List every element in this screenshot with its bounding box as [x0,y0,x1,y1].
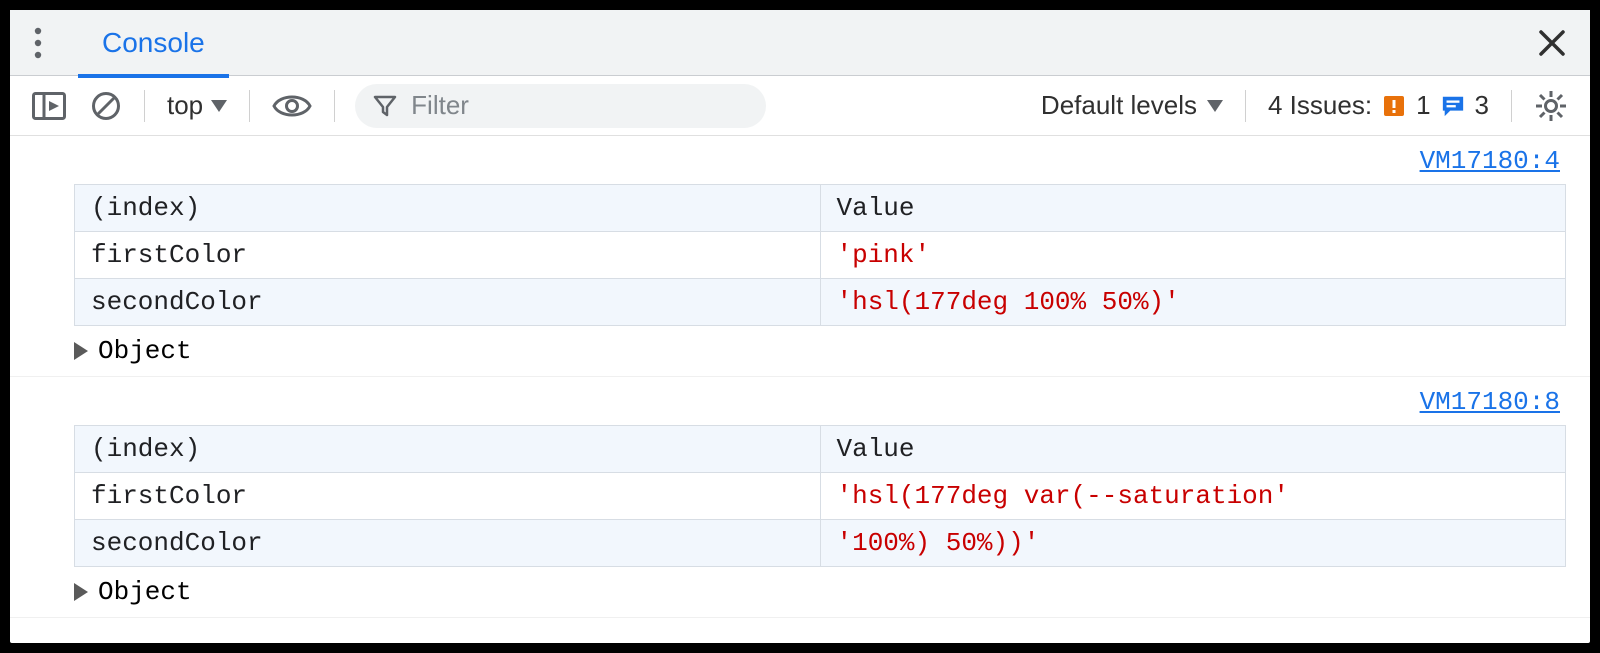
toolbar-separator [1245,90,1246,122]
console-output: VM17180:4 (index) Value firstColor 'pink… [10,136,1590,643]
toolbar-separator [334,90,335,122]
toolbar-separator [144,90,145,122]
triangle-right-icon [74,583,88,601]
table-cell-value: 'hsl(177deg 100% 50%)' [820,279,1566,326]
object-label: Object [98,336,192,366]
close-devtools-button[interactable] [1528,19,1576,67]
context-selector[interactable]: top [157,86,237,126]
table-row: firstColor 'hsl(177deg var(--saturation' [75,473,1566,520]
toolbar-separator [1511,90,1512,122]
tabs-bar: Console [10,10,1590,76]
kebab-icon [34,27,42,59]
log-levels-selector[interactable]: Default levels [1031,86,1233,126]
issues-info-count: 3 [1475,90,1489,121]
tab-console[interactable]: Console [78,12,229,78]
console-log-entry: VM17180:8 (index) Value firstColor 'hsl(… [10,377,1590,618]
table-cell-key: firstColor [75,473,821,520]
sidebar-icon [32,92,66,120]
chevron-down-icon [1207,100,1223,112]
filter-input[interactable] [409,89,748,122]
live-expression-button[interactable] [262,86,322,126]
context-label: top [167,90,203,121]
table-row: secondColor 'hsl(177deg 100% 50%)' [75,279,1566,326]
table-header-index[interactable]: (index) [75,426,821,473]
table-cell-value: '100%) 50%))' [820,520,1566,567]
kebab-menu-button[interactable] [18,23,58,63]
clear-console-button[interactable] [80,86,132,126]
source-link[interactable]: VM17180:8 [1420,387,1560,417]
devtools-window: Console top [10,10,1590,643]
warning-icon [1382,94,1406,118]
console-table: (index) Value firstColor 'hsl(177deg var… [74,425,1566,567]
table-cell-key: secondColor [75,279,821,326]
issues-warn-count: 1 [1416,90,1430,121]
table-cell-value: 'hsl(177deg var(--saturation' [820,473,1566,520]
info-message-icon [1441,94,1465,118]
tab-console-label: Console [102,27,205,59]
gear-icon [1534,89,1568,123]
console-table: (index) Value firstColor 'pink' secondCo… [74,184,1566,326]
object-expand-toggle[interactable]: Object [74,326,1566,366]
chevron-down-icon [211,100,227,112]
table-cell-key: firstColor [75,232,821,279]
table-row: firstColor 'pink' [75,232,1566,279]
source-link[interactable]: VM17180:4 [1420,146,1560,176]
table-cell-key: secondColor [75,520,821,567]
toolbar-separator [249,90,250,122]
show-sidebar-button[interactable] [22,86,76,126]
console-log-entry: VM17180:4 (index) Value firstColor 'pink… [10,136,1590,377]
console-toolbar: top Default levels 4 Issues: [10,76,1590,136]
filter-box[interactable] [355,84,766,128]
source-link-row: VM17180:8 [74,385,1566,425]
log-levels-label: Default levels [1041,90,1197,121]
object-label: Object [98,577,192,607]
eye-icon [272,92,312,120]
console-settings-button[interactable] [1524,86,1578,126]
triangle-right-icon [74,342,88,360]
source-link-row: VM17180:4 [74,144,1566,184]
table-cell-value: 'pink' [820,232,1566,279]
issues-button[interactable]: 4 Issues: 1 3 [1258,90,1499,121]
table-header-value[interactable]: Value [820,185,1566,232]
close-icon [1537,28,1567,58]
table-row: secondColor '100%) 50%))' [75,520,1566,567]
table-header-index[interactable]: (index) [75,185,821,232]
issues-label: 4 Issues: [1268,90,1372,121]
clear-icon [90,90,122,122]
filter-icon [373,94,397,118]
table-header-value[interactable]: Value [820,426,1566,473]
object-expand-toggle[interactable]: Object [74,567,1566,607]
